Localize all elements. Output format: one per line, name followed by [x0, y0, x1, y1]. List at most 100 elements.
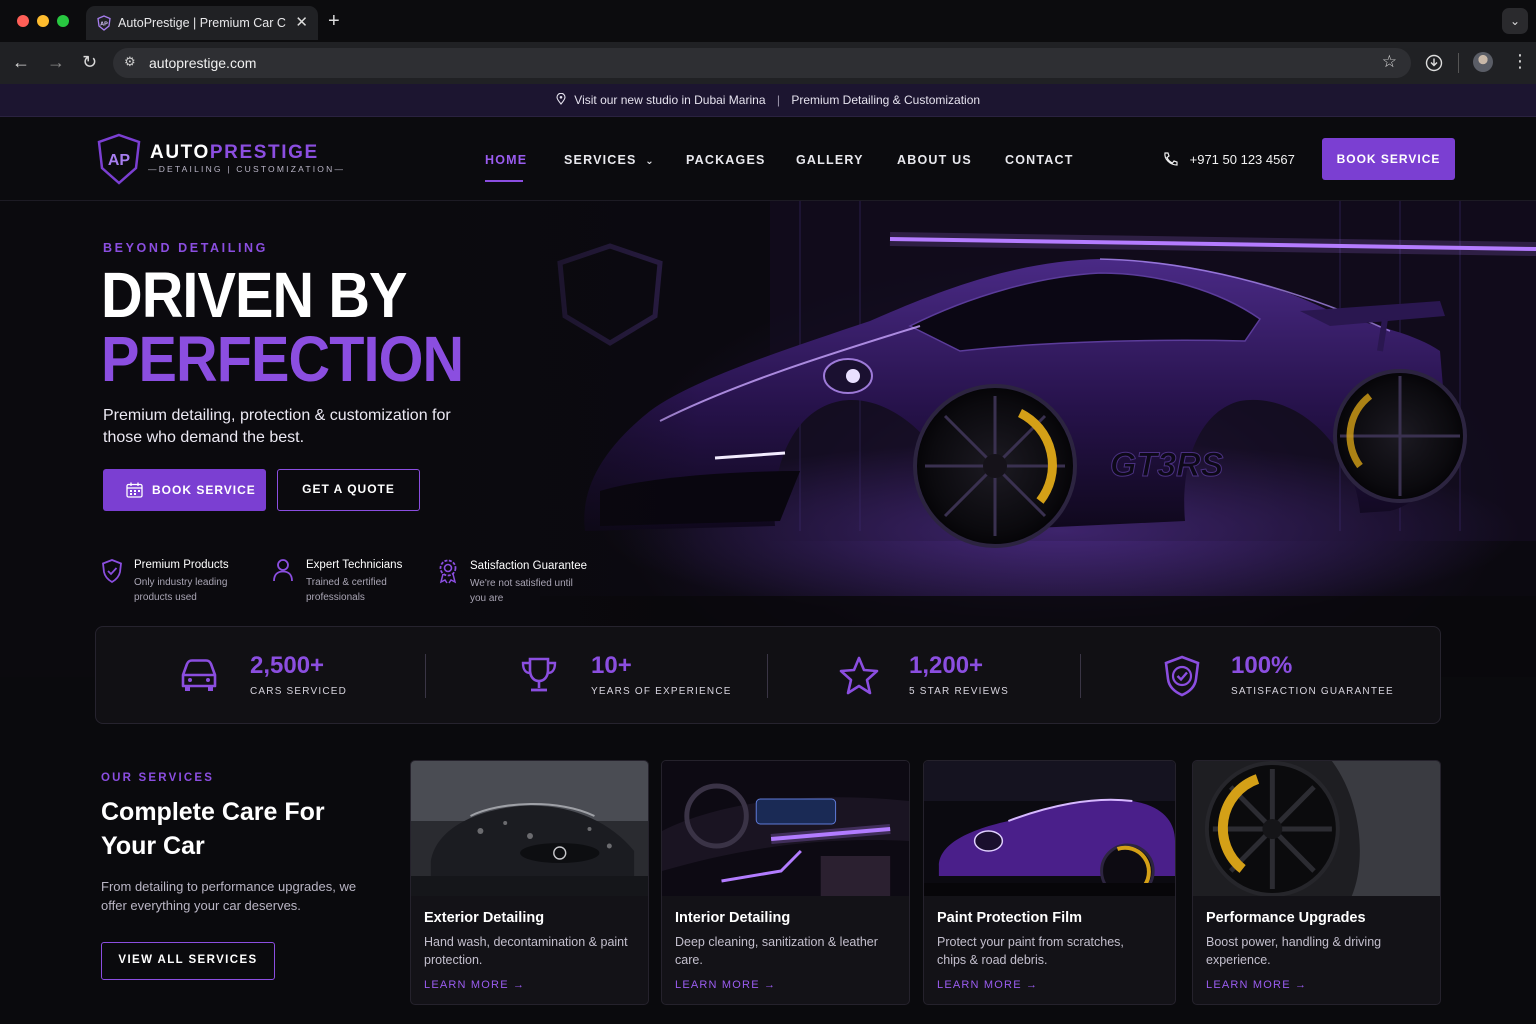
card-title: Performance Upgrades	[1206, 910, 1366, 926]
bookmark-star-icon[interactable]: ☆	[1382, 52, 1397, 72]
browser-tab[interactable]: AP AutoPrestige | Premium Car C ✕	[86, 6, 318, 40]
nav-active-indicator	[485, 180, 523, 182]
shield-check-icon	[102, 559, 122, 583]
hero-book-service-label: BOOK SERVICE	[152, 483, 256, 497]
reload-icon[interactable]: ↻	[82, 52, 97, 73]
feature-desc: Trained & certified professionals	[306, 577, 387, 603]
learn-more-link[interactable]: LEARN MORE →	[1206, 979, 1307, 991]
logo-wordmark[interactable]: AUTOPRESTIGE	[150, 142, 319, 164]
close-window-button[interactable]	[17, 15, 29, 27]
header-book-service-button[interactable]: BOOK SERVICE	[1322, 138, 1455, 180]
interior-detailing-image	[662, 761, 909, 896]
view-all-services-button[interactable]: VIEW ALL SERVICES	[101, 942, 275, 980]
stat-divider	[425, 654, 426, 698]
download-icon[interactable]	[1425, 54, 1443, 72]
card-desc: Protect your paint from scratches, chips…	[937, 935, 1124, 967]
learn-more-label: LEARN MORE	[424, 979, 509, 991]
learn-more-link[interactable]: LEARN MORE →	[937, 979, 1038, 991]
new-tab-icon[interactable]: +	[328, 10, 340, 33]
stat-value: 10+	[591, 652, 632, 679]
nav-home[interactable]: HOME	[485, 153, 527, 167]
services-title: Complete Care For Your Car	[101, 798, 325, 860]
nav-services[interactable]: SERVICES ⌄	[564, 153, 655, 167]
phone-icon	[1164, 152, 1178, 166]
learn-more-link[interactable]: LEARN MORE →	[424, 979, 525, 991]
stat-divider	[1080, 654, 1081, 698]
announcement-separator: |	[776, 93, 780, 107]
feature-desc: We're not satisfied until you are	[470, 578, 573, 604]
card-title: Exterior Detailing	[424, 910, 545, 926]
url-text[interactable]: autoprestige.com	[149, 55, 256, 71]
stat-divider	[767, 654, 768, 698]
nav-gallery[interactable]: GALLERY	[796, 153, 864, 167]
card-desc: Boost power, handling & driving experien…	[1206, 935, 1382, 967]
stat-label: CARS SERVICED	[250, 686, 348, 697]
tab-close-icon[interactable]: ✕	[295, 13, 308, 31]
calendar-icon	[126, 482, 143, 498]
hero-title-line1: DRIVEN BY	[101, 259, 407, 331]
shield-check-icon	[1164, 655, 1200, 697]
stat-value: 100%	[1231, 652, 1293, 679]
service-card-interior[interactable]: Interior Detailing Deep cleaning, saniti…	[661, 760, 910, 1005]
service-card-ppf[interactable]: Paint Protection Film Protect your paint…	[923, 760, 1176, 1005]
more-menu-icon[interactable]: ⋮	[1511, 51, 1529, 72]
nav-about[interactable]: ABOUT US	[897, 153, 972, 167]
phone-number: +971 50 123 4567	[1189, 152, 1295, 167]
services-eyebrow: OUR SERVICES	[101, 772, 215, 784]
stat-value: 2,500+	[250, 652, 325, 679]
get-quote-button[interactable]: GET A QUOTE	[277, 469, 420, 511]
svg-text:AP: AP	[108, 152, 131, 169]
arrow-right-icon: →	[513, 979, 526, 991]
services-subtitle: From detailing to performance upgrades, …	[101, 879, 357, 913]
forward-arrow-icon[interactable]: →	[47, 52, 65, 73]
logo-tagline: —DETAILING | CUSTOMIZATION—	[148, 164, 346, 174]
logo-word-prestige: PRESTIGE	[209, 142, 319, 163]
feature-title: Expert Technicians	[306, 559, 403, 571]
arrow-right-icon: →	[1295, 979, 1308, 991]
profile-avatar[interactable]	[1473, 52, 1493, 72]
user-icon	[273, 559, 293, 582]
stat-label: YEARS OF EXPERIENCE	[591, 686, 732, 697]
site-header: AP AUTOPRESTIGE —DETAILING | CUSTOMIZATI…	[0, 117, 1536, 201]
service-card-performance[interactable]: Performance Upgrades Boost power, handli…	[1192, 760, 1441, 1005]
svg-text:AP: AP	[100, 22, 108, 28]
announcement-left[interactable]: Visit our new studio in Dubai Marina	[574, 93, 765, 107]
stat-label: 5 STAR REVIEWS	[909, 686, 1009, 697]
hero-book-service-button[interactable]: BOOK SERVICE	[103, 469, 266, 511]
nav-contact[interactable]: CONTACT	[1005, 153, 1074, 167]
hero-subtitle: Premium detailing, protection & customiz…	[103, 407, 451, 446]
logo-shield-icon[interactable]: AP	[96, 133, 142, 185]
performance-upgrades-image	[1193, 761, 1440, 896]
favicon-icon: AP	[97, 15, 111, 31]
exterior-detailing-image	[411, 761, 648, 896]
announcement-right: Premium Detailing & Customization	[791, 93, 981, 107]
address-bar[interactable]: ⚙ autoprestige.com ☆	[113, 48, 1411, 78]
card-title: Paint Protection Film	[937, 910, 1083, 926]
location-pin-icon	[556, 92, 566, 105]
toolbar-divider	[1458, 53, 1459, 73]
site-settings-icon[interactable]: ⚙	[124, 54, 136, 70]
feature-title: Premium Products	[134, 559, 229, 571]
car-icon	[181, 659, 217, 691]
browser-toolbar: ← → ↻ ⚙ autoprestige.com ☆ ⋮	[0, 42, 1536, 84]
hero-eyebrow: BEYOND DETAILING	[103, 241, 268, 255]
back-arrow-icon[interactable]: ←	[12, 52, 30, 73]
service-card-exterior[interactable]: Exterior Detailing Hand wash, decontamin…	[410, 760, 649, 1005]
tab-title: AutoPrestige | Premium Car C	[118, 16, 286, 30]
chevron-down-icon: ⌄	[645, 156, 655, 167]
logo-word-auto: AUTO	[150, 142, 210, 163]
award-badge-icon	[439, 559, 457, 584]
nav-services-label: SERVICES	[564, 153, 637, 167]
stats-bar: 2,500+ CARS SERVICED 10+ YEARS OF EXPERI…	[95, 626, 1441, 724]
maximize-window-button[interactable]	[57, 15, 69, 27]
minimize-window-button[interactable]	[37, 15, 49, 27]
hero-section: GT3RS BEYOND DETAILING DRIVEN BY PERFECT…	[0, 201, 1536, 677]
phone-link[interactable]: +971 50 123 4567	[1162, 152, 1295, 167]
feature-title: Satisfaction Guarantee	[470, 560, 587, 572]
star-icon	[839, 656, 879, 695]
learn-more-link[interactable]: LEARN MORE →	[675, 979, 776, 991]
tab-search-chevron-icon[interactable]: ⌄	[1502, 8, 1528, 34]
nav-packages[interactable]: PACKAGES	[686, 153, 766, 167]
hero-title-line2: PERFECTION	[101, 323, 464, 395]
svg-text:GT3RS: GT3RS	[1110, 446, 1224, 484]
